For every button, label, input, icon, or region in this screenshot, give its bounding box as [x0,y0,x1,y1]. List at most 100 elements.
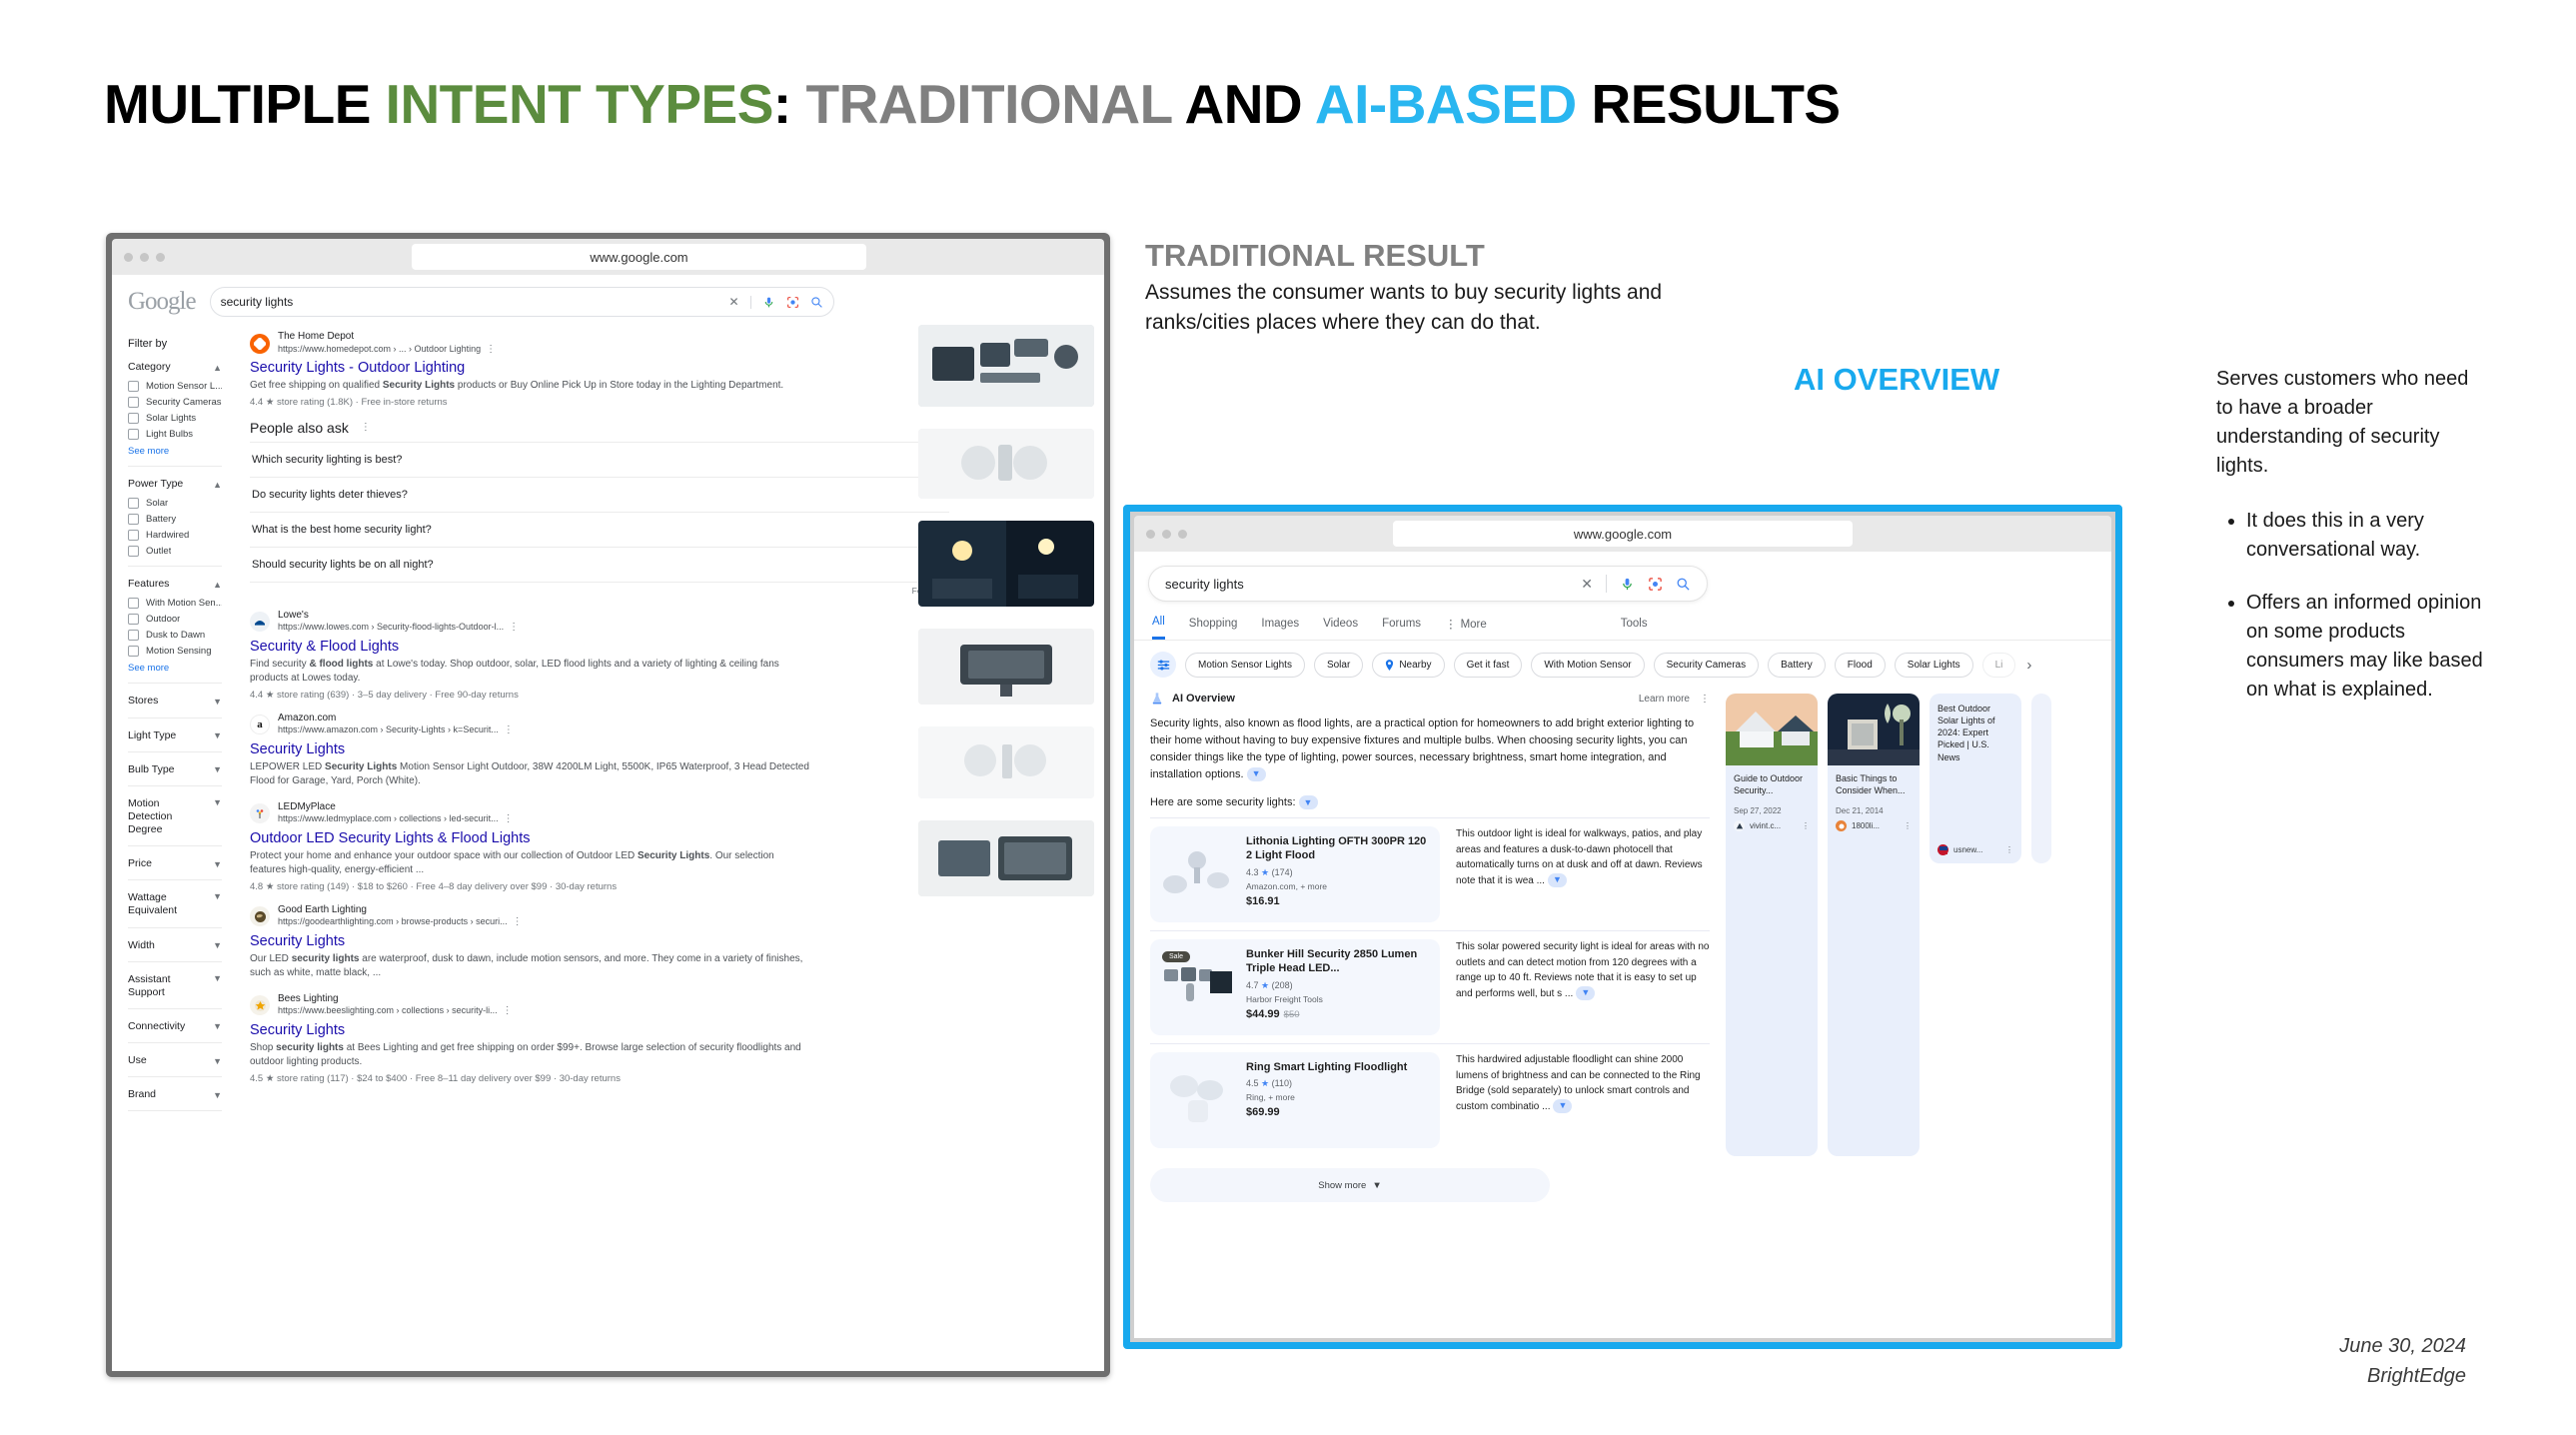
see-more-link[interactable]: See more [128,663,222,674]
maximize-icon[interactable] [1178,529,1187,539]
product-thumbnail[interactable] [918,429,1094,499]
kebab-menu-icon[interactable]: ⋮ [513,916,523,927]
filter-group-width[interactable]: Width ▼ [128,939,222,952]
google-lens-icon[interactable] [786,296,799,309]
tab-videos[interactable]: Videos [1323,618,1358,639]
kebab-menu-icon[interactable]: ⋮ [1700,694,1710,705]
chip-partial[interactable]: Li [1981,652,2016,678]
search-icon[interactable] [810,296,823,309]
expand-chevron-icon[interactable]: ▼ [1246,767,1266,782]
chip-get-it-fast[interactable]: Get it fast [1453,652,1523,678]
checkbox[interactable] [128,546,139,558]
filter-checkbox-item[interactable]: Outdoor [128,614,222,626]
checkbox[interactable] [128,598,139,610]
chip-motion-sensor-lights[interactable]: Motion Sensor Lights [1185,652,1305,678]
product-thumbnail[interactable] [918,325,1094,407]
filter-group-category[interactable]: Category ▲ [128,361,222,374]
kebab-menu-icon[interactable]: ⋮ [509,622,519,633]
paa-question[interactable]: What is the best home security light?▼ [250,511,949,547]
checkbox[interactable] [128,646,139,658]
chip-flood[interactable]: Flood [1834,652,1886,678]
expand-chevron-icon[interactable]: ▼ [1576,986,1596,1001]
maximize-icon[interactable] [156,252,165,262]
google-lens-icon[interactable] [1648,577,1663,592]
filter-group-assistant-support[interactable]: Assistant Support ▼ [128,973,222,999]
filter-group-motion-detection-degree[interactable]: Motion Detection Degree ▼ [128,797,222,836]
checkbox[interactable] [128,630,139,642]
window-controls[interactable] [124,252,165,262]
expand-chevron-icon[interactable]: ▼ [1553,1099,1573,1114]
filter-checkbox-item[interactable]: Solar Lights [128,413,222,425]
product-thumbnail[interactable] [918,521,1094,607]
close-icon[interactable] [124,252,133,262]
tab-all[interactable]: All [1152,616,1165,640]
learn-more-link[interactable]: Learn more [1639,694,1690,705]
expand-chevron-icon[interactable]: ▼ [1547,873,1567,888]
expand-chevron-icon[interactable]: ▼ [1298,795,1318,810]
window-controls[interactable] [1146,529,1187,539]
kebab-menu-icon[interactable]: ⋮ [504,724,514,735]
filter-group-bulb-type[interactable]: Bulb Type ▼ [128,763,222,776]
close-icon[interactable] [1146,529,1155,539]
filter-checkbox-item[interactable]: Hardwired [128,530,222,542]
source-card[interactable]: Basic Things to Consider When... Dec 21,… [1828,694,1920,1157]
checkbox[interactable] [128,429,139,441]
paa-question[interactable]: Do security lights deter thieves?▼ [250,476,949,512]
filter-group-use[interactable]: Use ▼ [128,1054,222,1067]
product-thumbnail[interactable] [918,726,1094,798]
product-row[interactable]: Lithonia Lighting OFTH 300PR 120 2 Light… [1150,817,1710,930]
kebab-menu-icon[interactable]: ⋮ [361,422,371,433]
chip-solar-lights[interactable]: Solar Lights [1894,652,1973,678]
chevron-right-icon[interactable]: › [2026,657,2031,674]
filter-group-light-type[interactable]: Light Type ▼ [128,729,222,742]
tab-more[interactable]: ⋮ More [1445,617,1487,640]
checkbox[interactable] [128,413,139,425]
product-row[interactable]: Ring Smart Lighting Floodlight 4.5 ★ (11… [1150,1043,1710,1156]
search-result-item[interactable]: Bees Lighting https://www.beeslighting.c… [250,993,1090,1084]
address-bar[interactable]: www.google.com [412,244,866,270]
filter-checkbox-item[interactable]: Security Cameras [128,397,222,409]
checkbox[interactable] [128,514,139,526]
chip-with-motion-sensor[interactable]: With Motion Sensor [1531,652,1645,678]
checkbox[interactable] [128,530,139,542]
tab-forums[interactable]: Forums [1382,618,1421,639]
microphone-icon[interactable] [1620,577,1635,592]
filter-checkbox-item[interactable]: With Motion Sen... [128,598,222,610]
kebab-menu-icon[interactable]: ⋮ [504,813,514,824]
checkbox[interactable] [128,614,139,626]
feedback-link[interactable]: Feedback [250,581,949,596]
see-more-link[interactable]: See more [128,446,222,457]
result-title-link[interactable]: Security Lights [250,933,1090,949]
filter-group-price[interactable]: Price ▼ [128,857,222,870]
chip-solar[interactable]: Solar [1313,652,1364,678]
kebab-menu-icon[interactable]: ⋮ [2005,845,2013,854]
kebab-menu-icon[interactable]: ⋮ [1904,821,1912,830]
tab-shopping[interactable]: Shopping [1189,618,1238,639]
product-thumbnail[interactable] [918,629,1094,705]
chip-nearby[interactable]: Nearby [1372,652,1445,678]
kebab-menu-icon[interactable]: ⋮ [1802,821,1810,830]
filter-checkbox-item[interactable]: Battery [128,514,222,526]
filter-group-features[interactable]: Features ▲ [128,578,222,591]
chip-battery[interactable]: Battery [1768,652,1826,678]
tools-button[interactable]: Tools [1621,618,1648,639]
filter-group-wattage-equivalent[interactable]: Wattage Equivalent ▼ [128,891,222,917]
checkbox[interactable] [128,498,139,510]
paa-question[interactable]: Should security lights be on all night?▼ [250,546,949,582]
show-more-button[interactable]: Show more ▼ [1150,1168,1550,1203]
filter-group-stores[interactable]: Stores ▼ [128,695,222,708]
source-card[interactable]: Guide to Outdoor Security... Sep 27, 202… [1726,694,1818,1157]
tab-images[interactable]: Images [1261,618,1299,639]
clear-icon[interactable]: ✕ [729,295,739,309]
search-input[interactable]: security lights ✕ [1148,566,1708,602]
product-card[interactable]: Lithonia Lighting OFTH 300PR 120 2 Light… [1150,826,1440,923]
paa-question[interactable]: Which security lighting is best?▼ [250,441,949,477]
source-card[interactable]: Best Outdoor Solar Lights of 2024: Exper… [1930,694,2021,863]
chip-security-cameras[interactable]: Security Cameras [1653,652,1760,678]
product-card[interactable]: Ring Smart Lighting Floodlight 4.5 ★ (11… [1150,1052,1440,1149]
filter-checkbox-item[interactable]: Outlet [128,546,222,558]
filter-group-connectivity[interactable]: Connectivity ▼ [128,1020,222,1033]
minimize-icon[interactable] [140,252,149,262]
filter-checkbox-item[interactable]: Solar [128,498,222,510]
search-input[interactable]: security lights ✕ [209,287,834,317]
